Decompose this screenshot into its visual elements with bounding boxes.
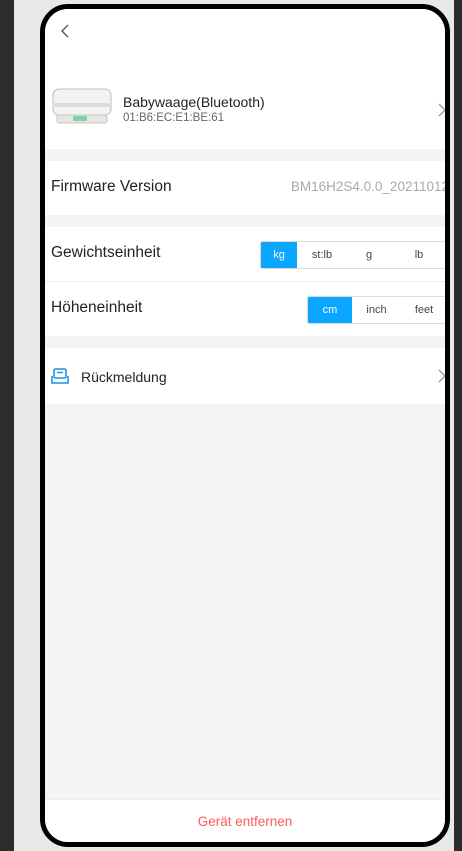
back-icon[interactable] [59,23,71,39]
section-gap [45,336,445,348]
baby-scale-icon [52,88,112,124]
feedback-label: Rückmeldung [81,369,167,385]
section-gap [45,215,445,227]
firmware-row: Firmware Version BM16H2S4.0.0_20211012 [45,161,445,215]
height-unit-selector[interactable]: cm inch feet [307,296,445,324]
weight-unit-row: Gewichtseinheit kg st:lb g lb [45,227,445,281]
weight-unit-kg[interactable]: kg [261,242,297,268]
device-bezel-right [454,0,462,851]
firmware-label: Firmware Version [51,178,172,195]
device-info-row[interactable]: Babywaage(Bluetooth) 01:B6:EC:E1:BE:61 [45,59,445,149]
height-unit-inch[interactable]: inch [352,297,401,323]
height-unit-cm[interactable]: cm [308,297,352,323]
height-unit-label: Höheneinheit [51,299,143,316]
top-bar [45,9,445,59]
remove-device-button[interactable]: Gerät entfernen [45,799,445,842]
weight-unit-g[interactable]: g [347,242,391,268]
device-mac-address: 01:B6:EC:E1:BE:61 [123,112,225,124]
chevron-right-icon [438,369,445,383]
chevron-right-icon [438,103,445,117]
height-unit-feet[interactable]: feet [401,297,445,323]
firmware-value: BM16H2S4.0.0_20211012 [290,179,449,194]
device-name: Babywaage(Bluetooth) [123,94,265,110]
device-bezel-left [0,0,14,851]
phone-frame: Babywaage(Bluetooth) 01:B6:EC:E1:BE:61 F… [14,0,462,851]
section-gap [45,149,445,161]
remove-device-label: Gerät entfernen [197,813,293,829]
weight-unit-lb[interactable]: lb [391,242,445,268]
weight-unit-label: Gewichtseinheit [51,244,161,261]
feedback-row[interactable]: Rückmeldung [45,348,445,404]
height-unit-row: Höheneinheit cm inch feet [45,281,445,336]
weight-unit-selector[interactable]: kg st:lb g lb [260,241,445,269]
app-screen: Babywaage(Bluetooth) 01:B6:EC:E1:BE:61 F… [40,4,450,847]
weight-unit-stlb[interactable]: st:lb [297,242,347,268]
feedback-icon [51,368,69,384]
